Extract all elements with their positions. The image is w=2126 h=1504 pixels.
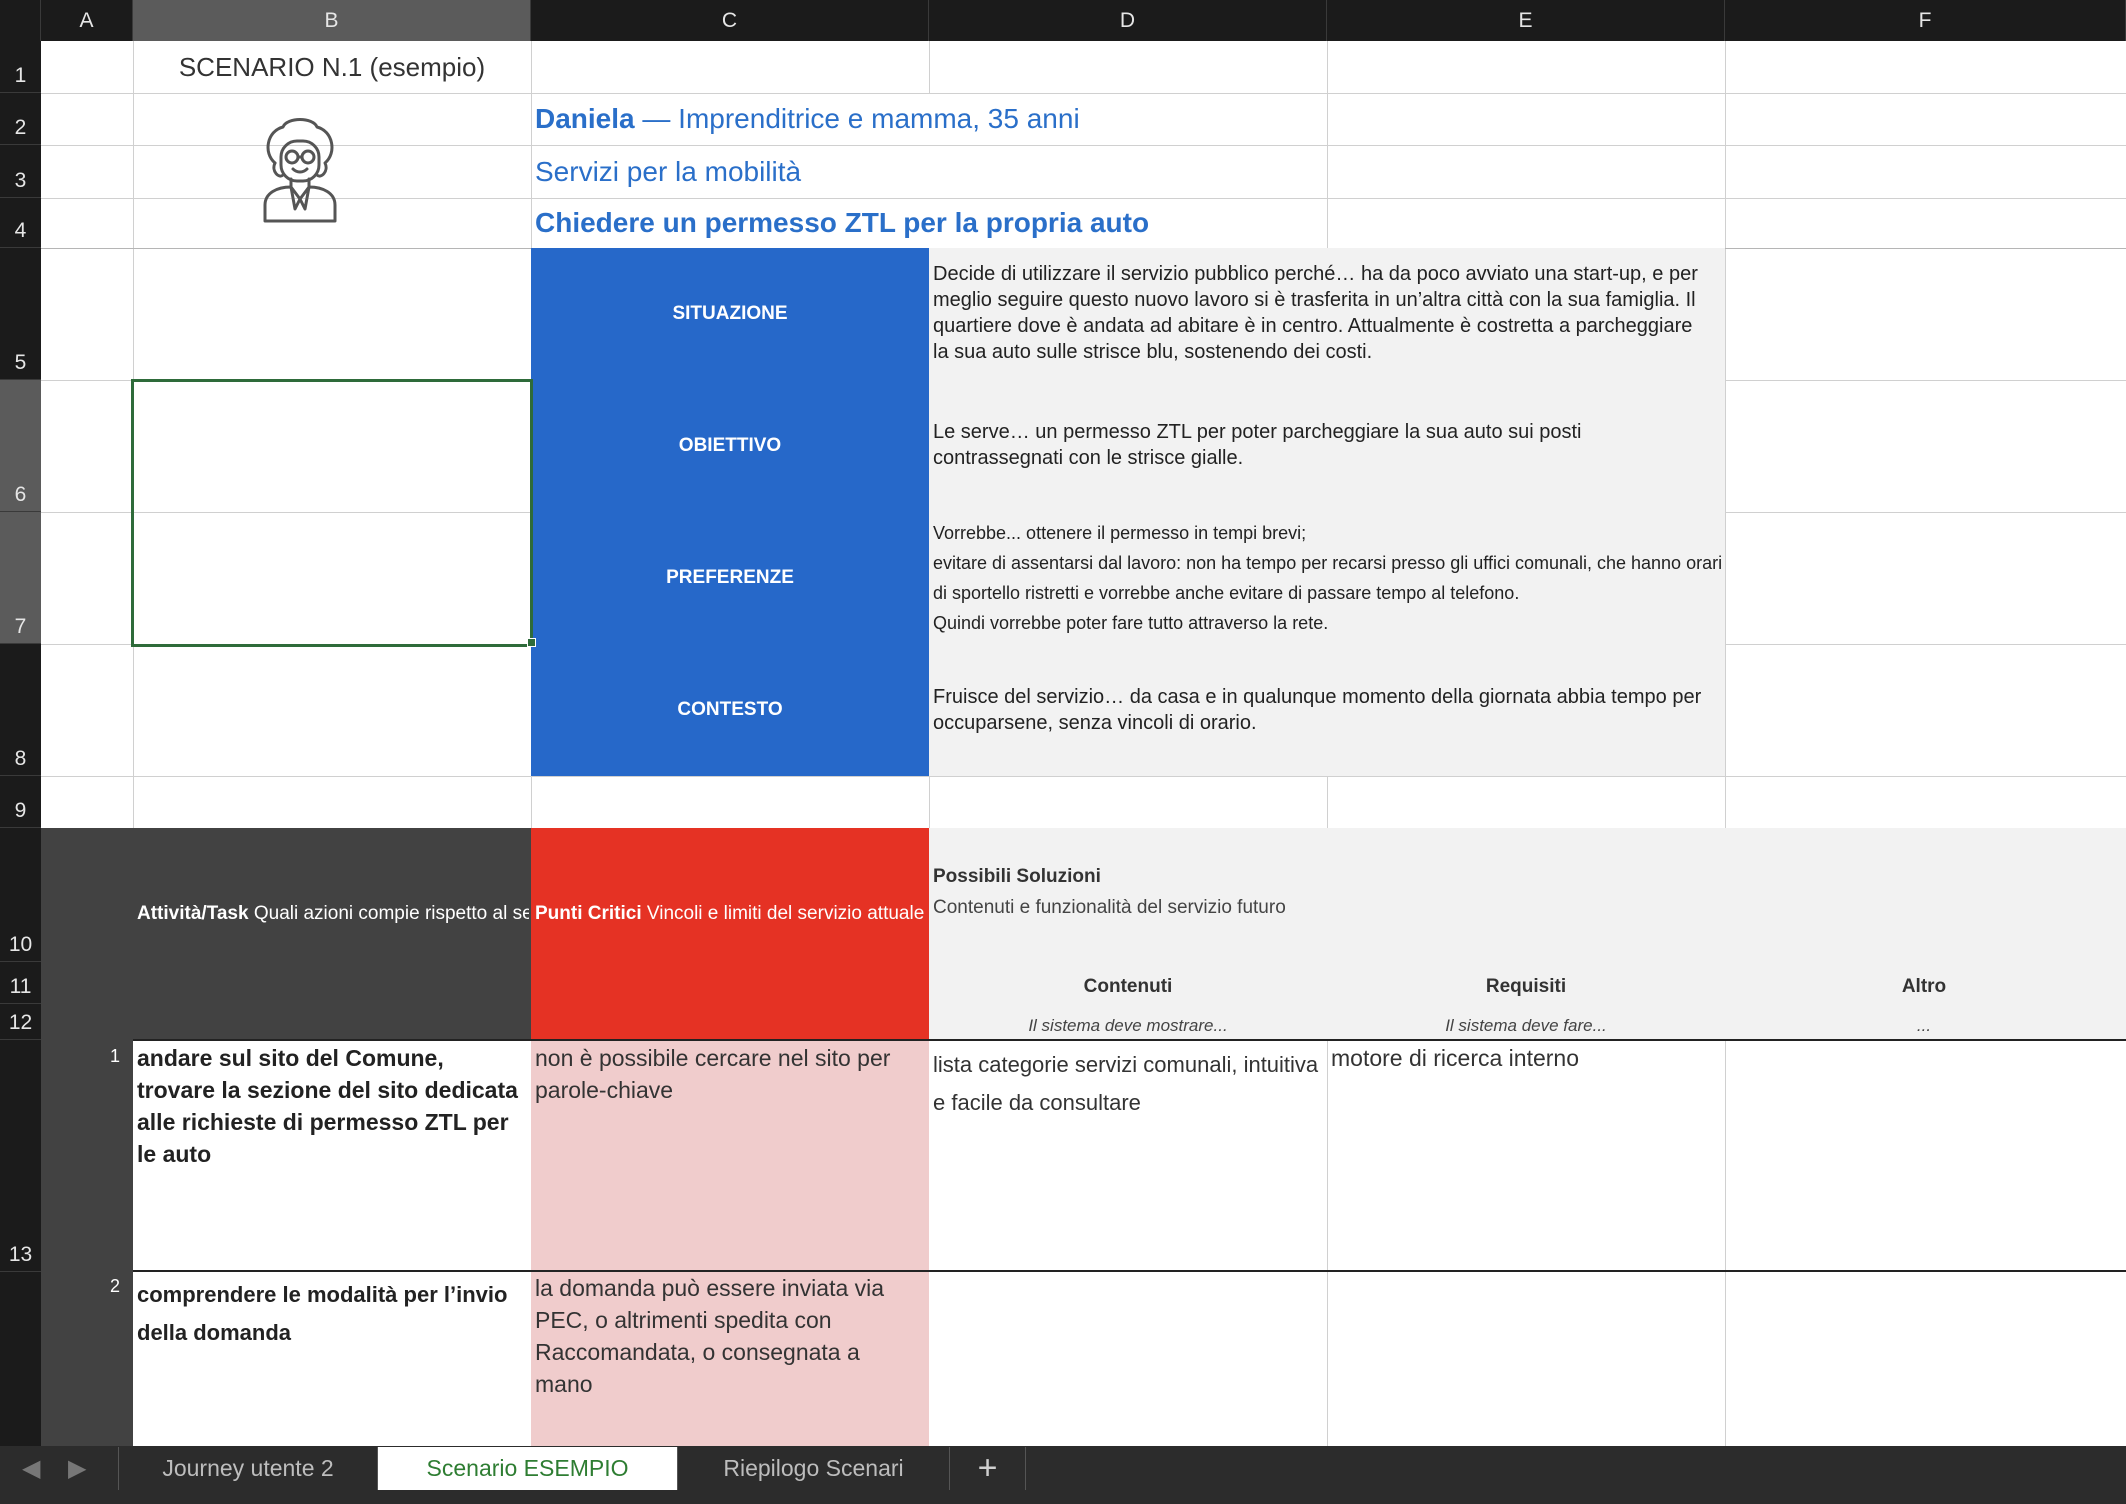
grid-line	[41, 93, 2126, 94]
person-avatar-icon	[255, 113, 345, 223]
task-number-1: 1	[110, 1046, 121, 1066]
contenuti-cell: lista categorie servizi comunali, intuit…	[933, 1052, 1319, 1115]
tab-scenario-esempio[interactable]: Scenario ESEMPIO	[378, 1447, 678, 1490]
row-header-7[interactable]: 7	[0, 512, 41, 644]
label-situazione: SITUAZIONE	[672, 303, 788, 324]
label-contesto: CONTESTO	[677, 699, 783, 720]
row-header-1[interactable]: 1	[0, 41, 41, 93]
tab-journey-utente-2[interactable]: Journey utente 2	[118, 1447, 378, 1490]
column-header-d[interactable]: D	[929, 0, 1327, 41]
fill-handle[interactable]	[527, 638, 536, 647]
crit-header: Punti Critici Vincoli e limiti del servi…	[535, 903, 925, 924]
preferenze-line: Quindi vorrebbe poter fare tutto attrave…	[933, 613, 1329, 633]
crit-cell: la domanda può essere inviata via PEC, o…	[535, 1275, 885, 1397]
preferenze-line: Vorrebbe... ottenere il permesso in temp…	[933, 523, 1307, 543]
task-header: Attività/Task Quali azioni compie rispet…	[137, 903, 529, 924]
row-header-14[interactable]	[0, 1272, 41, 1446]
col-contenuti: Contenuti	[1083, 976, 1173, 997]
column-header-f[interactable]: F	[1725, 0, 2126, 41]
persona-heading: Daniela — Imprenditrice e mamma, 35 anni	[535, 93, 1080, 145]
grid-line	[41, 776, 2126, 777]
row-header-4[interactable]: 4	[0, 198, 41, 248]
hint-contenuti: Il sistema deve mostrare...	[1028, 1016, 1228, 1035]
selected-cell-b6[interactable]	[131, 379, 533, 647]
row-header-2[interactable]: 2	[0, 93, 41, 145]
grid-line	[929, 41, 930, 93]
preferenze-line: evitare di assentarsi dal lavoro: non ha…	[933, 553, 1723, 603]
row-header-10[interactable]: 10	[0, 828, 41, 962]
column-header-e[interactable]: E	[1327, 0, 1725, 41]
row-header-13[interactable]: 13	[0, 1040, 41, 1272]
grid-line	[1725, 41, 1726, 828]
next-sheet-button[interactable]: ▶	[68, 1454, 86, 1483]
scenario-title: SCENARIO N.1 (esempio)	[178, 51, 486, 82]
grid-line	[929, 776, 930, 828]
requisiti-cell: motore di ricerca interno	[1331, 1045, 1579, 1071]
solutions-subtitle: Contenuti e funzionalità del servizio fu…	[933, 897, 1286, 918]
grid-line	[41, 145, 2126, 146]
tab-riepilogo-scenari[interactable]: Riepilogo Scenari	[678, 1447, 950, 1490]
service-name: Servizi per la mobilità	[535, 155, 802, 187]
task-cell: comprendere le modalità per l’invio dell…	[137, 1282, 508, 1345]
col-requisiti: Requisiti	[1485, 976, 1567, 997]
hint-requisiti: Il sistema deve fare...	[1445, 1016, 1607, 1035]
row-header-11[interactable]: 11	[0, 962, 41, 1004]
row-divider	[133, 1039, 2126, 1041]
task-number-2: 2	[110, 1276, 121, 1296]
prev-sheet-button[interactable]: ◀	[22, 1454, 40, 1483]
row-header-12[interactable]: 12	[0, 1004, 41, 1040]
preferenze-text: Vorrebbe... ottenere il permesso in temp…	[933, 518, 1723, 638]
select-all-corner[interactable]	[0, 0, 41, 41]
column-header-a[interactable]: A	[41, 0, 133, 41]
row-header-3[interactable]: 3	[0, 145, 41, 198]
crit-header-cell	[531, 828, 929, 1040]
row-header-5[interactable]: 5	[0, 248, 41, 380]
solutions-header-cell	[929, 828, 2126, 1040]
situazione-text: Decide di utilizzare il servizio pubblic…	[933, 263, 1698, 363]
row-divider	[133, 1270, 2126, 1272]
solutions-title: Possibili Soluzioni	[933, 866, 1101, 887]
obiettivo-text: Le serve… un permesso ZTL per poter parc…	[933, 421, 1582, 469]
row-header-9[interactable]: 9	[0, 776, 41, 828]
grid-line	[1327, 776, 1328, 828]
col-altro: Altro	[1901, 976, 1947, 997]
row-header-6[interactable]: 6	[0, 380, 41, 512]
persona-description: — Imprenditrice e mamma, 35 anni	[634, 103, 1080, 134]
grid-line	[1725, 1040, 1726, 1446]
label-obiettivo: OBIETTIVO	[678, 435, 782, 456]
add-sheet-button[interactable]: +	[950, 1447, 1026, 1490]
column-header-b[interactable]: B	[133, 0, 531, 41]
task-header-cell	[41, 828, 531, 1040]
crit-cell: non è possibile cercare nel sito per par…	[535, 1045, 891, 1103]
row-header-8[interactable]: 8	[0, 644, 41, 776]
column-header-c[interactable]: C	[531, 0, 929, 41]
goal-title: Chiedere un permesso ZTL per la propria …	[535, 207, 1150, 238]
persona-name: Daniela	[535, 103, 635, 134]
label-preferenze: PREFERENZE	[666, 567, 794, 588]
task-cell: andare sul sito del Comune, trovare la s…	[137, 1045, 518, 1167]
hint-altro: ...	[1916, 1016, 1932, 1035]
grid-line	[1327, 1040, 1328, 1446]
row-number-column	[41, 1040, 133, 1446]
contesto-text: Fruisce del servizio… da casa e in qualu…	[933, 686, 1702, 734]
